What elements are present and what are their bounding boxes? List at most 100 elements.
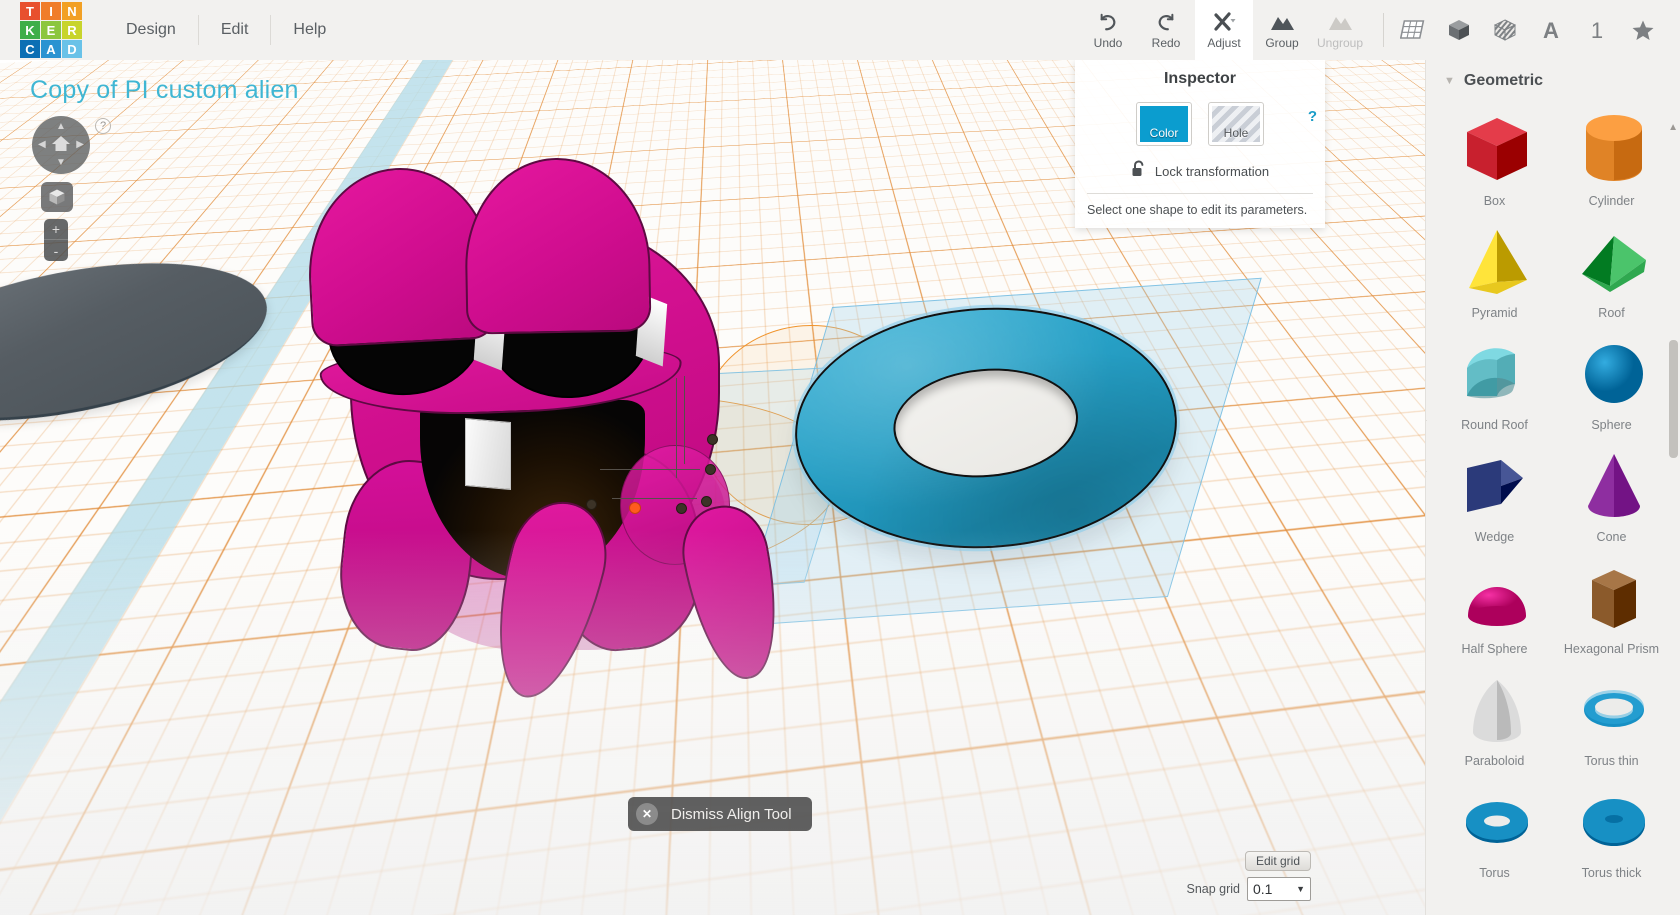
hole-swatch-button[interactable]: Hole <box>1208 102 1264 146</box>
svg-text:1: 1 <box>1591 18 1603 42</box>
tinkercad-app: TINKERCAD Design Edit Help Undo Redo Adj… <box>0 0 1680 915</box>
adjust-icon <box>1211 11 1237 33</box>
shape-category-nav: A 1 <box>1398 14 1680 46</box>
redo-button[interactable]: Redo <box>1137 0 1195 60</box>
view-home-navigator[interactable]: ▲ ▼ ◀ ▶ <box>32 116 90 174</box>
inspector-note: Select one shape to edit its parameters. <box>1087 203 1308 217</box>
roundroof-thumbnail-icon <box>1436 328 1553 420</box>
shape-item-hexagonal-prism[interactable]: Hexagonal Prism <box>1553 546 1670 658</box>
shape-item-box[interactable]: Box <box>1436 98 1553 210</box>
shape-item-label: Torus <box>1479 866 1510 880</box>
menu-item-design[interactable]: Design <box>104 15 199 45</box>
shape-item-pyramid[interactable]: Pyramid <box>1436 210 1553 322</box>
menu-item-help[interactable]: Help <box>271 15 348 45</box>
shape-item-half-sphere[interactable]: Half Sphere <box>1436 546 1553 658</box>
close-icon[interactable]: ✕ <box>636 803 658 825</box>
shape-item-label: Hexagonal Prism <box>1563 642 1660 656</box>
chevron-down-icon[interactable]: ▼ <box>1444 75 1455 87</box>
logo-tile-t: T <box>20 2 40 20</box>
undo-label: Undo <box>1093 35 1123 50</box>
tinkercad-logo[interactable]: TIN KER CAD <box>20 2 82 58</box>
shape-item-torus[interactable]: Torus <box>1436 770 1553 882</box>
view-down-arrow-icon[interactable]: ▼ <box>56 158 66 168</box>
align-handle[interactable] <box>676 503 687 514</box>
shape-item-cylinder[interactable]: Cylinder <box>1553 98 1670 210</box>
shape-item-label: Torus thick <box>1581 866 1642 880</box>
hole-swatch-label: Hole <box>1223 126 1249 140</box>
shape-item-label: Cone <box>1596 530 1627 544</box>
logo-tile-a: A <box>41 40 61 58</box>
shape-item-label: Torus thin <box>1584 754 1639 768</box>
shape-item-round-roof[interactable]: Round Roof <box>1436 322 1553 434</box>
torusthin-thumbnail-icon <box>1553 664 1670 756</box>
align-handle[interactable] <box>586 499 597 510</box>
edit-grid-button[interactable]: Edit grid <box>1244 851 1311 871</box>
help-badge-icon[interactable]: ? <box>95 118 111 134</box>
alien-right-tentacle <box>674 498 792 687</box>
featured-shapes-icon[interactable] <box>1628 14 1658 46</box>
align-handle[interactable] <box>707 434 718 445</box>
view-right-arrow-icon[interactable]: ▶ <box>76 140 84 150</box>
redo-label: Redo <box>1151 35 1181 50</box>
shape-item-label: Paraboloid <box>1464 754 1525 768</box>
design-title[interactable]: Copy of PI custom alien <box>30 76 299 105</box>
shape-item-wedge[interactable]: Wedge <box>1436 434 1553 546</box>
snap-grid-select[interactable]: 0.1 ▼ <box>1247 877 1311 901</box>
home-view-icon[interactable] <box>51 134 71 157</box>
align-handle[interactable] <box>701 496 712 507</box>
dismiss-align-tool-label: Dismiss Align Tool <box>671 805 792 823</box>
ungroup-label: Ungroup <box>1316 35 1364 50</box>
fit-view-cube-button[interactable] <box>41 182 73 212</box>
shape-item-torus-thick[interactable]: Torus thick <box>1553 770 1670 882</box>
holes-shapes-icon[interactable] <box>1490 14 1520 46</box>
view-navigation-controls: ▲ ▼ ◀ ▶ + - <box>32 116 90 261</box>
edit-tool-group: Undo Redo Adjust Group Ungroup A 1 <box>1079 0 1680 60</box>
inspector-help-icon[interactable]: ? <box>1308 108 1317 125</box>
dismiss-align-tool-button[interactable]: ✕ Dismiss Align Tool <box>628 797 812 831</box>
color-swatch-button[interactable]: Color <box>1136 102 1192 146</box>
shape-library-panel: ❯ ▼ Geometric ▲ Box Cylinder Pyramid Roof Ro… <box>1425 60 1680 915</box>
lock-transformation-toggle[interactable]: Lock transformation <box>1075 160 1325 183</box>
geometric-shapes-icon[interactable] <box>1444 14 1474 46</box>
shape-category-title: Geometric <box>1463 72 1544 89</box>
chevron-down-icon: ▼ <box>1296 884 1305 894</box>
collapse-panel-handle[interactable]: ❯ <box>1426 420 1427 472</box>
scroll-up-icon[interactable]: ▲ <box>1668 122 1678 133</box>
shape-category-header[interactable]: ▼ Geometric <box>1426 60 1680 96</box>
align-handle-active[interactable] <box>629 502 641 514</box>
numbers-shapes-icon[interactable]: 1 <box>1582 14 1612 46</box>
snap-grid-row: Snap grid 0.1 ▼ <box>1186 877 1311 901</box>
adjust-button[interactable]: Adjust <box>1195 0 1253 60</box>
group-button[interactable]: Group <box>1253 0 1311 60</box>
align-handle-stem <box>676 378 678 478</box>
ungroup-button[interactable]: Ungroup <box>1311 0 1369 60</box>
logo-tile-n: N <box>62 2 82 20</box>
shape-panel-scrollbar[interactable] <box>1669 340 1678 458</box>
shape-item-torus-thin[interactable]: Torus thin <box>1553 658 1670 770</box>
shape-grid: Box Cylinder Pyramid Roof Round Roof Sphere We… <box>1426 96 1680 882</box>
workplane-icon[interactable] <box>1398 14 1428 46</box>
zoom-in-button[interactable]: + <box>44 219 68 240</box>
shape-item-paraboloid[interactable]: Paraboloid <box>1436 658 1553 770</box>
shape-item-label: Pyramid <box>1471 306 1518 320</box>
align-handle-stem <box>612 498 697 500</box>
ungroup-icon <box>1327 11 1353 33</box>
shape-item-sphere[interactable]: Sphere <box>1553 322 1670 434</box>
redo-icon <box>1155 11 1177 33</box>
zoom-out-button[interactable]: - <box>44 240 68 261</box>
view-up-arrow-icon[interactable]: ▲ <box>56 122 66 132</box>
shape-item-roof[interactable]: Roof <box>1553 210 1670 322</box>
snap-grid-value: 0.1 <box>1253 881 1273 897</box>
unlock-icon <box>1131 160 1147 183</box>
cone-thumbnail-icon <box>1553 440 1670 532</box>
text-shapes-icon[interactable]: A <box>1536 14 1566 46</box>
align-handle[interactable] <box>705 464 716 475</box>
shape-item-label: Round Roof <box>1461 418 1528 432</box>
undo-button[interactable]: Undo <box>1079 0 1137 60</box>
shape-item-cone[interactable]: Cone <box>1553 434 1670 546</box>
pyramid-thumbnail-icon <box>1436 216 1553 308</box>
grid-controls: Edit grid Snap grid 0.1 ▼ <box>1186 851 1311 901</box>
menu-item-edit[interactable]: Edit <box>199 15 272 45</box>
alien-model[interactable] <box>300 100 860 709</box>
view-left-arrow-icon[interactable]: ◀ <box>38 140 46 150</box>
